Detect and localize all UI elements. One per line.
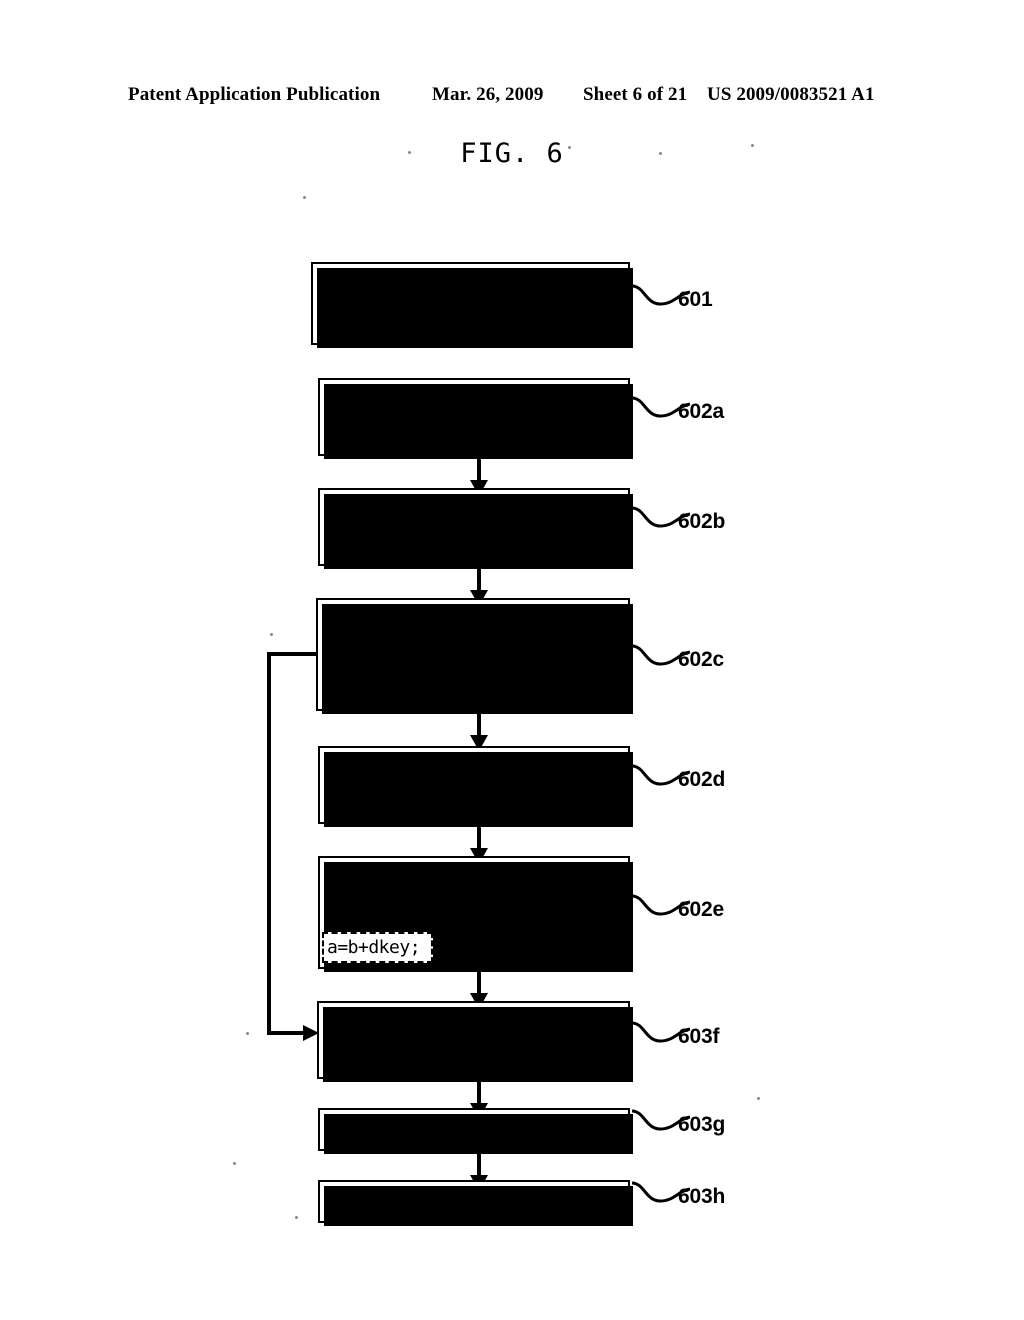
- reference-numeral-603f: 603f: [678, 1025, 720, 1048]
- flow-box-603h-line-1: Process group H: [329, 1191, 495, 1213]
- header-date-label: Mar. 26, 2009: [432, 84, 544, 105]
- header-publication-number: US 2009/0083521 A1: [707, 84, 875, 105]
- scan-speck: [270, 633, 273, 636]
- flow-box-602a: dkey=18; Process group A: [318, 378, 633, 459]
- flow-box-602c-line-2: Process group C: [327, 647, 493, 669]
- reference-numeral-602a: 602a: [678, 400, 724, 423]
- flow-box-602a-line-2: Process group A: [329, 426, 495, 448]
- flow-box-603g-line-1: Process group G: [329, 1119, 495, 1141]
- scan-speck: [295, 1216, 298, 1219]
- scan-speck: [233, 1162, 236, 1165]
- header-sheet-label: Sheet 6 of 21: [583, 84, 688, 105]
- reference-numeral-603h: 603h: [678, 1185, 726, 1208]
- flow-box-602b: dkey=dkey/2+54; Process group B: [318, 488, 633, 569]
- flow-box-603f: labelF: Process group F: [317, 1001, 633, 1082]
- flow-box-603g: Process group G: [318, 1108, 633, 1154]
- flow-box-602c-line-1: dkey=dkey*4-32;: [327, 612, 493, 634]
- reference-numeral-603: 603: [469, 932, 504, 955]
- scan-speck: [568, 146, 571, 149]
- flow-box-603h: Process group H: [318, 1180, 633, 1226]
- scan-speck: [659, 152, 662, 155]
- reference-numeral-602d: 602d: [678, 768, 726, 791]
- flow-box-601-line-2: int dkey;: [322, 313, 422, 335]
- flow-box-602e-line-2: Process group E: [329, 905, 495, 927]
- flow-box-603f-line-1: labelF:: [328, 1014, 406, 1036]
- scan-speck: [757, 1097, 760, 1100]
- flow-box-602a-line-1: dkey=18;: [329, 391, 418, 413]
- highlighted-statement-603: a=b+dkey;: [322, 932, 433, 963]
- flow-box-602b-line-1: dkey=dkey/2+54;: [329, 501, 495, 523]
- flow-box-601-line-1: Variable declaration part: [322, 278, 598, 300]
- flow-box-602d-line-2: Process group D: [329, 794, 495, 816]
- reference-numeral-602b: 602b: [678, 510, 726, 533]
- flow-box-601: Variable declaration part int dkey;: [311, 262, 633, 348]
- flow-box-602d: dkey=dkey/5+8; Process group D: [318, 746, 633, 827]
- flow-box-602c: dkey=dkey*4-32; Process group C if(condi…: [316, 598, 633, 714]
- reference-numeral-602c: 602c: [678, 648, 724, 671]
- reference-numeral-602e: 602e: [678, 898, 724, 921]
- flow-box-603f-line-2: Process group F: [328, 1049, 494, 1071]
- header-publication-label: Patent Application Publication: [128, 84, 381, 105]
- scan-speck: [303, 196, 306, 199]
- patent-figure-page: Patent Application Publication Mar. 26, …: [0, 0, 1024, 1320]
- flow-box-602d-line-1: dkey=dkey/5+8;: [329, 759, 484, 781]
- reference-numeral-603g: 603g: [678, 1113, 726, 1136]
- scan-speck: [751, 144, 754, 147]
- scan-speck: [408, 151, 411, 154]
- figure-title: FIG. 6: [460, 138, 564, 169]
- scan-speck: [246, 1032, 249, 1035]
- patent-header: Patent Application Publication Mar. 26, …: [0, 84, 1024, 110]
- flow-box-602b-line-2: Process group B: [329, 536, 495, 558]
- flow-box-602c-line-3: if(condition 1)goto labelF;: [327, 682, 626, 704]
- flow-box-602e-line-1: dkey=dkey*9+44;: [329, 870, 495, 892]
- reference-numeral-601: 601: [678, 288, 713, 311]
